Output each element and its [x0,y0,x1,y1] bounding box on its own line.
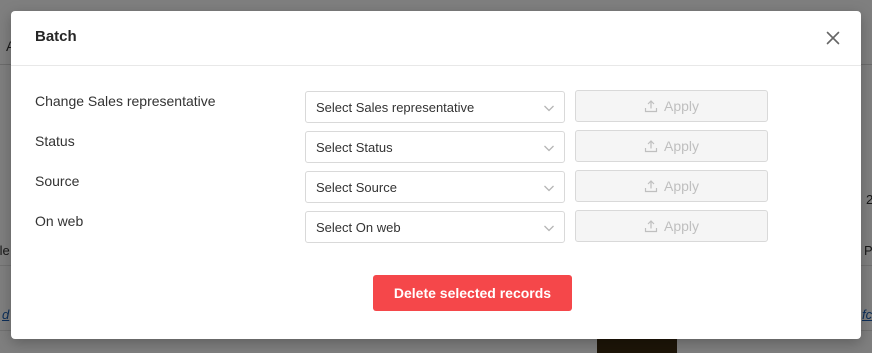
upload-icon [644,220,658,233]
select-placeholder: Select Source [316,180,397,195]
sales-representative-select[interactable]: Select Sales representative [305,91,565,123]
apply-status-button[interactable]: Apply [575,130,768,162]
close-button[interactable] [823,28,843,48]
apply-sales-representative-button[interactable]: Apply [575,90,768,122]
sales-representative-label: Change Sales representative [35,93,216,109]
apply-label: Apply [663,218,700,234]
batch-modal: Batch Change Sales representative Select… [11,11,861,339]
chevron-down-icon [544,105,554,112]
upload-icon [644,140,658,153]
status-select[interactable]: Select Status [305,131,565,163]
select-placeholder: Select On web [316,220,401,235]
status-label: Status [35,133,75,149]
on-web-label: On web [35,213,84,229]
modal-header: Batch [11,11,861,66]
chevron-down-icon [544,185,554,192]
apply-label: Apply [663,178,700,194]
chevron-down-icon [544,145,554,152]
modal-title: Batch [35,28,77,45]
select-placeholder: Select Status [316,140,393,155]
upload-icon [644,100,658,113]
delete-selected-records-button[interactable]: Delete selected records [373,275,572,311]
source-label: Source [35,173,80,189]
apply-label: Apply [663,98,700,114]
upload-icon [644,180,658,193]
apply-on-web-button[interactable]: Apply [575,210,768,242]
source-select[interactable]: Select Source [305,171,565,203]
apply-source-button[interactable]: Apply [575,170,768,202]
on-web-select[interactable]: Select On web [305,211,565,243]
apply-label: Apply [663,138,700,154]
select-placeholder: Select Sales representative [316,100,475,115]
close-icon [826,31,840,45]
chevron-down-icon [544,225,554,232]
